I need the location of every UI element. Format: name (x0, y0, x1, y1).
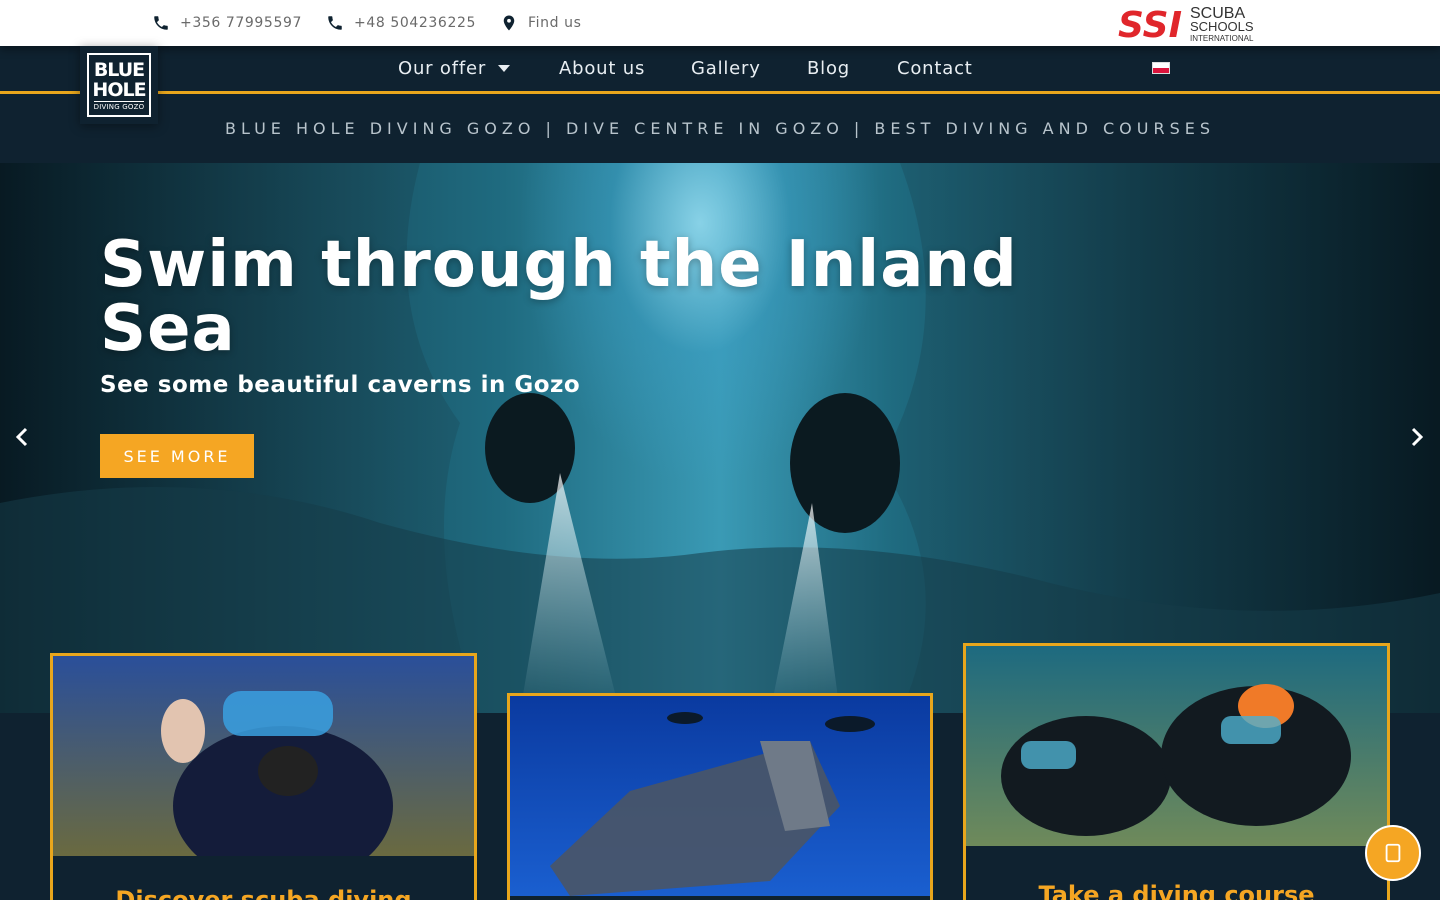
nav-label: Blog (807, 58, 850, 79)
chevron-down-icon (498, 65, 511, 72)
offer-card-discover[interactable]: Discover scuba diving (50, 653, 477, 900)
nav-label: About us (559, 58, 646, 79)
main-nav: Our offer About us Gallery Blog Contact (0, 46, 1440, 94)
nav-blog[interactable]: Blog (807, 58, 850, 79)
offer-card-wreck[interactable] (507, 693, 933, 900)
find-us-link[interactable]: Find us (500, 14, 582, 32)
card-image-two-divers (966, 646, 1387, 846)
logo-line1: BLUE (93, 58, 145, 81)
phone-icon (328, 16, 342, 30)
find-us-label: Find us (528, 15, 582, 31)
hero-title: Swim through the Inland Sea (100, 228, 1018, 366)
top-bar: +356 77995597 +48 504236225 Find us SSI … (0, 0, 1440, 46)
card-title: Discover scuba diving (115, 886, 412, 900)
hero-subtitle: See some beautiful caverns in Gozo (100, 372, 581, 398)
nav-about-us[interactable]: About us (559, 58, 645, 79)
ssi-line3: INTERNATIONAL (1190, 34, 1254, 43)
nav-contact[interactable]: Contact (897, 58, 973, 79)
logo-subtext: DIVING GOZO (93, 100, 145, 111)
card-image-diver-ok (53, 656, 474, 886)
nav-gallery[interactable]: Gallery (691, 58, 761, 79)
phone-icon (154, 16, 168, 30)
card-image-shipwreck (510, 696, 930, 896)
see-more-button[interactable]: SEE MORE (100, 434, 254, 478)
slider-prev-arrow[interactable] (10, 425, 34, 449)
nav-label: Contact (897, 58, 973, 79)
logo-line2: HOLE (92, 78, 146, 101)
site-logo[interactable]: BLUE HOLE DIVING GOZO (80, 46, 158, 124)
chat-icon (1385, 843, 1401, 863)
phone-link-poland[interactable]: +48 504236225 (326, 14, 476, 32)
phone-number: +356 77995597 (180, 15, 302, 31)
chevron-right-icon (1411, 427, 1424, 447)
hero-slider: Swim through the Inland Sea See some bea… (0, 163, 1440, 713)
ssi-mark: SSI (1118, 5, 1182, 43)
nav-label: Our offer (398, 58, 487, 79)
chat-button[interactable] (1365, 825, 1421, 881)
offer-card-course[interactable]: Take a diving course (963, 643, 1390, 900)
nav-label: Gallery (691, 58, 761, 79)
nav-our-offer[interactable]: Our offer (398, 58, 511, 79)
chevron-left-icon (15, 427, 28, 447)
phone-number: +48 504236225 (354, 15, 476, 31)
map-pin-icon (503, 15, 515, 31)
ssi-line2: SCHOOLS (1190, 19, 1254, 34)
phone-link-malta[interactable]: +356 77995597 (152, 14, 302, 32)
card-title: Take a diving course (1038, 881, 1315, 900)
tagline: BLUE HOLE DIVING GOZO | DIVE CENTRE IN G… (0, 94, 1440, 163)
ssi-logo[interactable]: SSI SCUBA SCHOOLS INTERNATIONAL (1118, 3, 1272, 43)
slider-next-arrow[interactable] (1405, 425, 1429, 449)
pl-flag-icon[interactable] (1152, 62, 1170, 74)
